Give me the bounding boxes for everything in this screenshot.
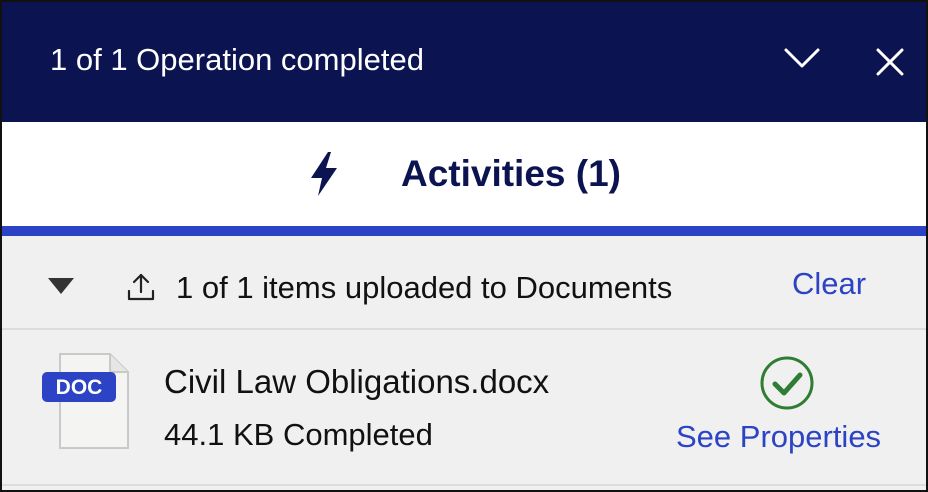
lightning-bolt-icon [307,150,341,198]
tab-label: Activities (1) [400,153,621,194]
file-name: Civil Law Obligations.docx [164,363,550,400]
file-list-item: DOC Civil Law Obligations.docx 44.1 KB C… [2,330,926,490]
doc-file-icon: DOC [42,353,129,449]
caret-down-icon[interactable] [46,276,76,296]
tab-activities[interactable]: Activities (1) [2,122,926,226]
upload-summary-label: 1 of 1 items uploaded to Documents [176,270,673,305]
upload-icon [127,273,155,301]
panel-header: 1 of 1 Operation completed [2,2,926,122]
active-tab-indicator [2,226,926,236]
file-size: 44.1 KB [164,417,275,452]
file-status: Completed [282,417,433,452]
close-button[interactable] [868,40,912,84]
operations-panel: 1 of 1 Operation completed Activities (1… [0,0,928,492]
chevron-down-icon [784,48,820,68]
file-type-badge: DOC [56,376,103,399]
panel-title: 1 of 1 Operation completed [50,42,424,77]
close-icon [876,48,904,76]
collapse-button[interactable] [780,36,824,80]
clear-button[interactable]: Clear [792,264,866,304]
check-circle-icon [760,356,814,410]
row-divider [2,484,926,486]
file-meta: 44.1 KB Completed [164,414,433,456]
upload-group-row: 1 of 1 items uploaded to Documents Clear [2,236,926,330]
activities-tab-bar: Activities (1) [2,122,926,236]
see-properties-link[interactable]: See Properties [676,416,881,458]
